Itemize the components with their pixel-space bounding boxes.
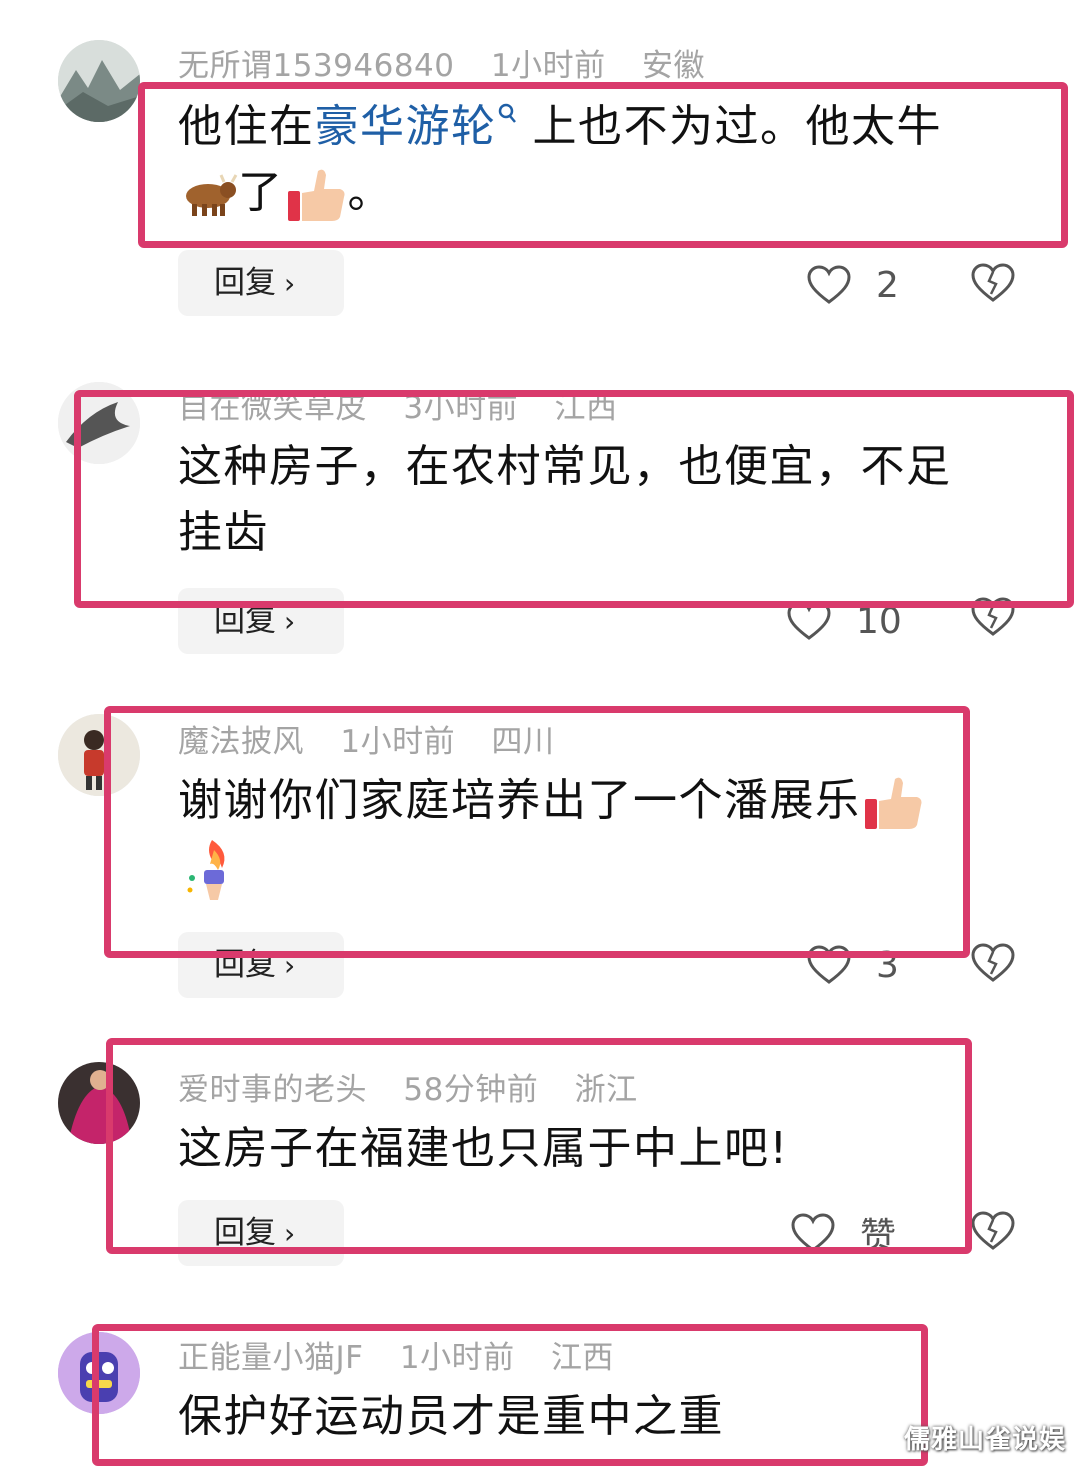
comment-meta: 爱时事的老头 58分钟前 浙江 — [178, 1064, 664, 1109]
thumbs-up-icon — [287, 169, 344, 221]
comment-text: 保护好运动员才是重中之重 — [178, 1391, 724, 1442]
comment-text: 谢谢你们家庭培养出了一个潘展乐 — [178, 768, 925, 904]
username[interactable]: 无所谓153946840 — [178, 48, 455, 84]
timestamp: 1小时前 — [399, 1340, 515, 1376]
heart-outline-icon — [807, 265, 851, 304]
timestamp: 58分钟前 — [403, 1072, 539, 1108]
location: 四川 — [491, 724, 555, 760]
like-count: 赞 — [860, 1216, 897, 1257]
torch-emoji-icon — [187, 840, 225, 900]
comment-meta: 正能量小猫JF 1小时前 江西 — [178, 1332, 640, 1377]
search-icon[interactable] — [497, 102, 519, 132]
reply-button[interactable]: 回复 › — [178, 1200, 344, 1266]
thumbs-up-icon — [864, 777, 921, 829]
dislike-button[interactable] — [970, 596, 1016, 642]
username[interactable]: 爱时事的老头 — [178, 1072, 367, 1108]
heart-outline-icon — [807, 945, 851, 984]
comment-text: 他住在豪华游轮 上也不为过。他太牛 了。 — [178, 94, 942, 226]
avatar[interactable] — [58, 1332, 140, 1414]
like-button[interactable]: 2 — [806, 260, 899, 310]
broken-heart-icon — [971, 943, 1015, 982]
like-count: 10 — [856, 600, 902, 642]
comment-meta: 无所谓153946840 1小时前 安徽 — [178, 40, 731, 85]
avatar[interactable] — [58, 40, 140, 122]
comment-text: 这房子在福建也只属于中上吧! — [178, 1123, 789, 1174]
chevron-right-icon: › — [284, 267, 296, 300]
like-button[interactable]: 3 — [806, 940, 899, 990]
broken-heart-icon — [971, 597, 1015, 636]
broken-heart-icon — [971, 1211, 1015, 1250]
like-count: 3 — [876, 944, 899, 986]
broken-heart-icon — [971, 263, 1015, 302]
reply-button[interactable]: 回复 › — [178, 932, 344, 998]
ox-emoji-icon — [186, 174, 238, 216]
chevron-right-icon: › — [284, 605, 296, 638]
avatar[interactable] — [58, 382, 140, 464]
timestamp: 1小时前 — [340, 724, 456, 760]
heart-outline-icon — [787, 601, 831, 640]
avatar[interactable] — [58, 1062, 140, 1144]
location: 安徽 — [641, 48, 705, 84]
comment-text: 这种房子，在农村常见，也便宜，不足 挂齿 — [178, 441, 952, 558]
dislike-button[interactable] — [970, 1210, 1016, 1256]
reply-button[interactable]: 回复 › — [178, 250, 344, 316]
comment-meta: 魔法披风 1小时前 四川 — [178, 716, 580, 761]
chevron-right-icon: › — [284, 1217, 296, 1250]
location: 浙江 — [574, 1072, 638, 1108]
username[interactable]: 正能量小猫JF — [178, 1340, 363, 1376]
reply-button[interactable]: 回复 › — [178, 588, 344, 654]
dislike-button[interactable] — [970, 262, 1016, 308]
watermark: 儒雅山雀说娱 — [903, 1425, 1066, 1455]
timestamp: 1小时前 — [490, 48, 606, 84]
topic-link[interactable]: 豪华游轮 — [315, 101, 497, 152]
username[interactable]: 自在微笑草皮 — [178, 390, 367, 426]
dislike-button[interactable] — [970, 942, 1016, 988]
timestamp: 3小时前 — [403, 390, 519, 426]
username[interactable]: 魔法披风 — [178, 724, 304, 760]
like-button[interactable]: 赞 — [790, 1208, 896, 1258]
location: 江西 — [554, 390, 618, 426]
avatar[interactable] — [58, 714, 140, 796]
location: 江西 — [550, 1340, 614, 1376]
comment-meta: 自在微笑草皮 3小时前 江西 — [178, 382, 643, 427]
chevron-right-icon: › — [284, 949, 296, 982]
like-count: 2 — [876, 264, 899, 306]
like-button[interactable]: 10 — [786, 596, 902, 646]
heart-outline-icon — [791, 1213, 835, 1252]
